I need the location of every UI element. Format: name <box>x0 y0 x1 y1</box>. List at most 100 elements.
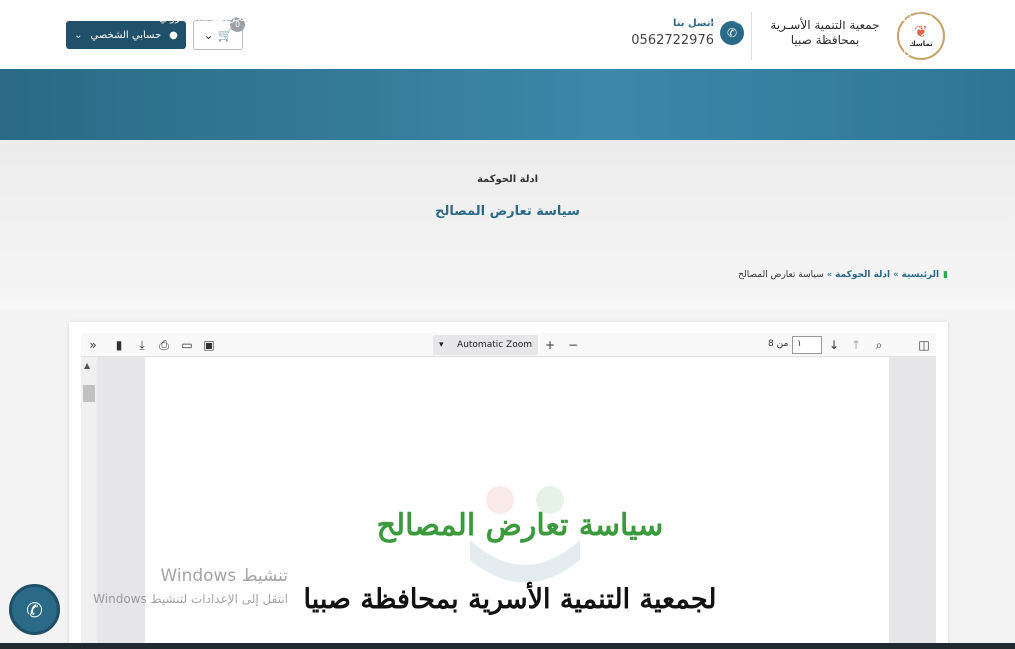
nav-item-label: الرئيسية <box>888 12 924 24</box>
nav-row-1: ⌂ الرئيسية? عن الجمعية ⌄ ♟ منصة شريك للزواج ⌄ ▤… <box>137 10 940 26</box>
nav-item[interactable]: ♟ منصة شريك للزواج ⌄ <box>676 10 797 26</box>
chevron-down-icon: ⌄ <box>144 13 152 23</box>
nav-row-2: ▦ البرامج ⌄ ☗ خدمات المستفيدين ⌄ ☰ الحوكمة ⌄ ▤ كن … <box>230 43 940 59</box>
nav-item[interactable]: ♪ المركز الإعلامي ⌄ <box>304 43 407 59</box>
nav-item-label: التقرير <box>291 12 320 24</box>
nav-item[interactable]: ♟ بوابة التطوع ⌄ <box>490 43 581 59</box>
windows-activation-hint: انتقل إلى الإعدادات لتنشيط Windows <box>93 592 288 606</box>
nav-item-label: كن شريكا لنا <box>602 45 656 57</box>
nav-item-label: مركز شمل <box>500 12 547 24</box>
nav-item[interactable]: ⌂ الرئيسية <box>882 10 940 26</box>
chevron-down-icon: ⌄ <box>485 13 493 23</box>
chevron-down-icon: ⌄ <box>203 28 214 42</box>
chevron-down-icon: ⌄ <box>572 13 580 23</box>
mic-icon: ♪ <box>394 46 401 56</box>
chevron-down-icon: ⌄ <box>74 29 83 41</box>
document-subtitle: لجمعية التنمية الأسرية بمحافظة صبيا <box>303 584 717 615</box>
account-label: حسابي الشخصي <box>90 29 162 41</box>
server-icon: ▤ <box>659 46 669 56</box>
chevron-down-icon: ⌄ <box>803 13 811 23</box>
page-number-input[interactable]: ١ <box>792 336 822 354</box>
calendar-icon: ▦ <box>924 46 933 56</box>
home-icon: ⌂ <box>927 13 933 23</box>
hero-subtitle: ادلة الحوكمة <box>476 174 539 185</box>
chevron-down-icon: ⌄ <box>682 13 690 23</box>
whatsapp-button[interactable]: ✆ <box>9 584 60 635</box>
page-count: من 8 <box>768 339 789 349</box>
nav-item-label: بوابة التطوع <box>511 45 562 57</box>
chevron-down-icon: ⌄ <box>876 46 884 56</box>
breadcrumb-section[interactable]: ادلة الحوكمة <box>835 270 890 280</box>
zoom-select[interactable]: ▾ Automatic Zoom <box>433 335 538 355</box>
windows-activation-title: تنشيط Windows <box>160 566 288 586</box>
nav-item[interactable]: ▣ التقرير ⌄ <box>270 10 339 26</box>
question-icon: ? <box>870 13 875 23</box>
page-hero <box>0 140 1015 310</box>
next-page-icon[interactable]: ↓ <box>826 336 842 354</box>
nav-item-label: مركز الأنس للإرشاد الأسري <box>346 12 461 24</box>
person-icon: ♟ <box>781 13 790 23</box>
nav-item[interactable]: ▭ متجر التبرع الالكتروني ⌄ <box>137 10 270 26</box>
phone-icon: ✆ <box>289 46 297 56</box>
nav-item[interactable]: ✎ بوابة الوظائف <box>407 43 490 59</box>
user-icon: ● <box>169 29 178 41</box>
zoom-in-icon[interactable]: + <box>542 336 558 354</box>
breadcrumb: ▮الرئيسية»ادلة الحوكمة»سياسة تعارض المصا… <box>700 270 948 280</box>
nav-item[interactable]: ☗ خدمات المستفيدين ⌄ <box>749 43 869 59</box>
zoom-out-icon[interactable]: − <box>565 336 581 354</box>
breadcrumb-separator: » <box>826 270 833 280</box>
scroll-up-icon[interactable]: ▲ <box>84 361 90 370</box>
nav-item-label: الحوكمة <box>696 45 731 57</box>
open-file-icon[interactable]: ▭ <box>179 336 195 354</box>
nav-item-label: الكتب الإلكترونية <box>587 12 657 24</box>
nav-item-label: بوابة الوظائف <box>414 45 472 57</box>
search-icon[interactable]: ⌕ <box>871 336 887 354</box>
nav-item-label: المركز الإعلامي <box>325 45 391 57</box>
nav-item[interactable]: ▤ الكتب الإلكترونية ⌄ <box>566 10 676 26</box>
scrollbar-thumb[interactable] <box>83 385 95 402</box>
nav-item-label: منصة شريك للزواج <box>697 12 778 24</box>
download-icon[interactable]: ⤓ <box>134 336 150 354</box>
cart-icon: 🛒 <box>217 28 233 42</box>
chevron-down-icon: ⌄ <box>277 13 284 23</box>
breadcrumb-separator: » <box>893 270 899 280</box>
list-icon: ☰ <box>734 46 743 56</box>
card-icon: ▭ <box>254 13 264 23</box>
nav-item[interactable]: ▦ البرامج ⌄ <box>870 43 940 59</box>
nav-item-label: البرامج <box>891 45 921 57</box>
page-title: سياسة تعارض المصالح <box>435 204 580 219</box>
nav-item[interactable]: ☰ الحوكمة ⌄ <box>675 43 749 59</box>
nav-item-label: اتصل بنا <box>251 45 286 57</box>
chevron-down-icon: ⌄ <box>236 46 244 56</box>
nav-item-label: عن الجمعية <box>818 12 867 24</box>
bookmark-icon: ▮ <box>943 270 948 280</box>
nav-item-label: متجر التبرع الالكتروني <box>159 12 251 24</box>
more-tools-icon[interactable]: » <box>85 336 101 354</box>
previous-page-icon[interactable]: ↑ <box>848 336 864 354</box>
handshake-icon: ◈ <box>464 13 472 23</box>
scale-icon: ⚖ <box>550 13 559 23</box>
print-icon[interactable]: ⎙ <box>156 336 172 354</box>
chevron-down-icon: ⌄ <box>756 46 764 56</box>
nav-item[interactable]: ◈ مركز الأنس للإرشاد الأسري <box>339 10 479 26</box>
report-icon: ▣ <box>323 13 333 23</box>
nav-item-label: خدمات المستفيدين <box>771 45 851 57</box>
nav-item[interactable]: ▤ كن شريكا لنا ⌄ <box>581 43 675 59</box>
sidebar-toggle-icon[interactable]: ◫ <box>916 336 932 354</box>
chevron-down-icon: ⌄ <box>587 46 595 56</box>
nav-item[interactable]: ? عن الجمعية ⌄ <box>796 10 882 26</box>
nav-item[interactable]: ✆ اتصل بنا ⌄ <box>230 43 304 59</box>
breadcrumb-home[interactable]: الرئيسية <box>902 270 939 280</box>
main-navigation <box>0 69 1015 140</box>
chevron-down-icon: ⌄ <box>311 46 318 56</box>
edit-icon: ✎ <box>475 46 483 56</box>
book-icon: ▤ <box>660 13 669 23</box>
presentation-icon[interactable]: ▣ <box>201 336 217 354</box>
chevron-down-icon: ▾ <box>439 340 444 350</box>
nav-item[interactable]: ⚖ مركز شمل ⌄ <box>479 10 566 26</box>
users-icon: ☗ <box>854 46 863 56</box>
chevron-down-icon: ⌄ <box>682 46 689 56</box>
bookmark-icon[interactable]: ▮ <box>112 336 126 354</box>
document-title: سياسة تعارض المصالح <box>376 508 664 543</box>
person-icon: ♟ <box>565 46 574 56</box>
